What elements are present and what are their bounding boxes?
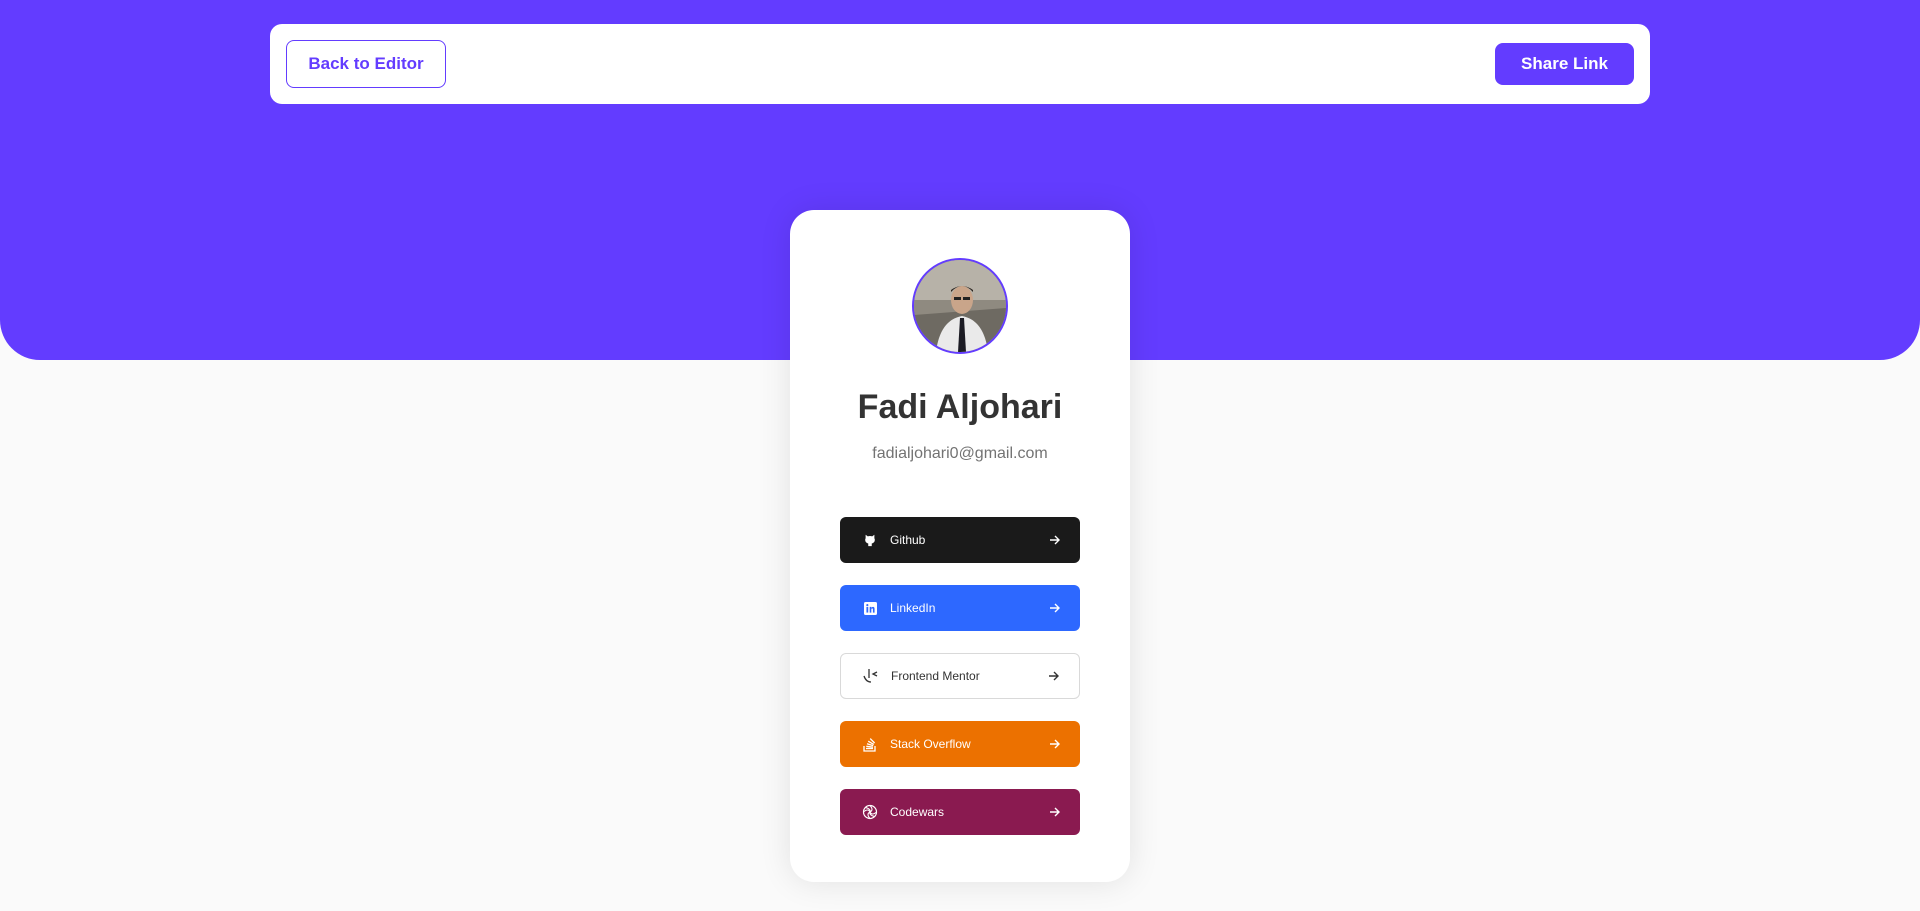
link-linkedin[interactable]: LinkedIn [840, 585, 1080, 631]
share-link-button[interactable]: Share Link [1495, 43, 1634, 85]
arrow-right-icon [1048, 533, 1062, 547]
frontend-mentor-icon [863, 668, 879, 684]
github-icon [862, 532, 878, 548]
link-frontend-mentor[interactable]: Frontend Mentor [840, 653, 1080, 699]
link-label: Github [890, 533, 926, 547]
profile-card: Fadi Aljohari fadialjohari0@gmail.com Gi… [790, 210, 1130, 882]
link-label: Frontend Mentor [891, 669, 980, 683]
link-label: Codewars [890, 805, 945, 819]
link-label: LinkedIn [890, 601, 936, 615]
link-github[interactable]: Github [840, 517, 1080, 563]
stack-overflow-icon [862, 736, 878, 752]
link-stack-overflow[interactable]: Stack Overflow [840, 721, 1080, 767]
profile-email: fadialjohari0@gmail.com [872, 445, 1048, 462]
arrow-right-icon [1047, 669, 1061, 683]
avatar [912, 258, 1008, 354]
linkedin-icon [862, 600, 878, 616]
profile-name: Fadi Aljohari [857, 388, 1063, 426]
link-codewars[interactable]: Codewars [840, 789, 1080, 835]
arrow-right-icon [1048, 805, 1062, 819]
arrow-right-icon [1048, 737, 1062, 751]
preview-header: Back to Editor Share Link [270, 24, 1650, 104]
links-list: Github LinkedIn Frontend Mentor Stack Ov… [840, 517, 1080, 857]
back-to-editor-button[interactable]: Back to Editor [286, 40, 446, 88]
codewars-icon [862, 804, 878, 820]
link-label: Stack Overflow [890, 737, 971, 751]
arrow-right-icon [1048, 601, 1062, 615]
